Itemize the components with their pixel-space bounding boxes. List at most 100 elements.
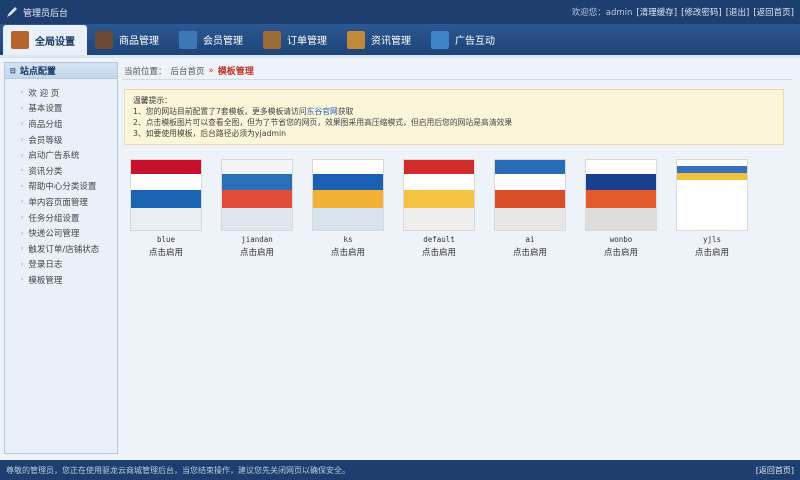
- sidebar-item-label: 模板管理: [28, 275, 63, 286]
- sidebar-item-order-status[interactable]: › 触发订单/店铺状态: [21, 241, 117, 257]
- nav-orders[interactable]: 订单管理: [255, 24, 339, 55]
- nav-label: 资讯管理: [371, 36, 411, 47]
- order-icon: [263, 30, 281, 49]
- arrow-right-icon: ›: [21, 245, 24, 253]
- template-thumbnail[interactable]: [403, 159, 475, 231]
- box-icon: [95, 30, 113, 49]
- sidebar-list: › 欢 迎 页 › 基本设置 › 商品分组 › 会员等级 › 启动广告系统 › 资讯分类 ›…: [5, 79, 117, 288]
- arrow-right-icon: ›: [21, 136, 24, 144]
- template-card-jiandan[interactable]: jiandan 点击启用: [221, 159, 293, 258]
- arrow-right-icon: ›: [21, 229, 24, 237]
- template-thumbnail[interactable]: [676, 159, 748, 231]
- template-thumbnail[interactable]: [585, 159, 657, 231]
- user-card-icon: [179, 30, 197, 49]
- nav-label: 订单管理: [287, 36, 327, 47]
- sidebar-item-express[interactable]: › 快递公司管理: [21, 225, 117, 241]
- notice-text: 获取: [337, 107, 354, 116]
- thumbnail-band: [131, 174, 201, 190]
- template-name: wonbo: [609, 235, 633, 244]
- template-name: ks: [343, 235, 353, 244]
- thumbnail-band: [131, 190, 201, 208]
- thumbnail-band: [677, 165, 747, 173]
- nav-goods[interactable]: 商品管理: [87, 24, 171, 55]
- enable-template-button[interactable]: 点击启用: [494, 246, 566, 258]
- template-thumbnail[interactable]: [130, 159, 202, 231]
- enable-template-button[interactable]: 点击启用: [585, 246, 657, 258]
- breadcrumb-home[interactable]: 后台首页: [171, 65, 205, 77]
- sidebar: ⊟ 站点配置 › 欢 迎 页 › 基本设置 › 商品分组 › 会员等级 › 启动广告系统 …: [4, 62, 118, 454]
- template-card-wonbo[interactable]: wonbo 点击启用: [585, 159, 657, 258]
- template-card-default[interactable]: default 点击启用: [403, 159, 475, 258]
- nav-news[interactable]: 资讯管理: [339, 24, 423, 55]
- arrow-right-icon: ›: [21, 198, 24, 206]
- ad-icon: [431, 30, 449, 49]
- sidebar-item-single-page[interactable]: › 单内容页面管理: [21, 194, 117, 210]
- enable-template-button[interactable]: 点击启用: [403, 246, 475, 258]
- template-list: blue 点击启用 jiandan 点击启用 ks 点击启用 default 点击启用 ai 点击…: [130, 159, 792, 258]
- sidebar-item-login-log[interactable]: › 登录日志: [21, 257, 117, 273]
- template-thumbnail[interactable]: [221, 159, 293, 231]
- thumbnail-band: [222, 160, 292, 174]
- sidebar-item-task-group[interactable]: › 任务分组设置: [21, 210, 117, 226]
- thumbnail-band: [495, 160, 565, 174]
- top-links: 欢迎您：admin [清理缓存] [修改密码] [退出] [返回首页]: [572, 6, 794, 18]
- footer-home-link[interactable]: [返回首页]: [756, 465, 794, 476]
- home-link[interactable]: [返回首页]: [753, 6, 794, 18]
- thumbnail-band: [586, 190, 656, 208]
- sidebar-item-goods-group[interactable]: › 商品分组: [21, 116, 117, 132]
- sidebar-item-label: 任务分组设置: [28, 213, 80, 224]
- template-name: yjls: [702, 235, 722, 244]
- change-password-link[interactable]: [修改密码]: [681, 6, 722, 18]
- notice-line-3: 3、如要使用模板，后台路径必须为yjadmin: [133, 129, 287, 138]
- sidebar-item-welcome[interactable]: › 欢 迎 页: [21, 85, 117, 101]
- thumbnail-band: [131, 160, 201, 174]
- nav-global-settings[interactable]: 全局设置: [3, 25, 87, 55]
- enable-template-button[interactable]: 点击启用: [221, 246, 293, 258]
- sidebar-item-label: 欢 迎 页: [28, 88, 60, 99]
- thumbnail-band: [586, 174, 656, 190]
- main-nav: 全局设置 商品管理 会员管理 订单管理 资讯管理 广告互动: [0, 24, 800, 58]
- sidebar-item-member-level[interactable]: › 会员等级: [21, 132, 117, 148]
- thumbnail-band: [131, 208, 201, 230]
- clear-cache-link[interactable]: [清理缓存]: [636, 6, 677, 18]
- nav-ads[interactable]: 广告互动: [423, 24, 507, 55]
- template-card-ai[interactable]: ai 点击启用: [494, 159, 566, 258]
- breadcrumb-current: 模板管理: [217, 67, 254, 77]
- official-site-link[interactable]: 东谷官网: [307, 107, 338, 116]
- thumbnail-band: [677, 180, 747, 191]
- nav-label: 会员管理: [203, 36, 243, 47]
- arrow-right-icon: ›: [21, 214, 24, 222]
- thumbnail-band: [495, 208, 565, 230]
- sidebar-item-news-category[interactable]: › 资讯分类: [21, 163, 117, 179]
- sidebar-header[interactable]: ⊟ 站点配置: [5, 63, 117, 79]
- template-card-ks[interactable]: ks 点击启用: [312, 159, 384, 258]
- collapse-icon: ⊟: [10, 66, 16, 75]
- footer-text: 尊敬的管理员，您正在使用驱龙云商城管理后台，当您结束操作，建议您先关闭网页以确保…: [6, 465, 350, 475]
- template-thumbnail[interactable]: [312, 159, 384, 231]
- welcome-text: 欢迎您：admin: [571, 8, 633, 18]
- sidebar-item-help-category[interactable]: › 帮助中心分类设置: [21, 179, 117, 195]
- enable-template-button[interactable]: 点击启用: [312, 246, 384, 258]
- pen-icon: [7, 7, 17, 17]
- template-card-yjls[interactable]: yjls 点击启用: [676, 159, 748, 258]
- thumbnail-band: [222, 190, 292, 208]
- thumbnail-band: [313, 174, 383, 190]
- template-card-blue[interactable]: blue 点击启用: [130, 159, 202, 258]
- sidebar-item-label: 帮助中心分类设置: [28, 182, 97, 193]
- template-name: jiandan: [241, 235, 273, 244]
- breadcrumb-prefix: 当前位置：: [124, 66, 167, 77]
- app-title: 管理员后台: [23, 8, 69, 19]
- sidebar-item-basic-settings[interactable]: › 基本设置: [21, 101, 117, 117]
- nav-members[interactable]: 会员管理: [171, 24, 255, 55]
- template-thumbnail[interactable]: [494, 159, 566, 231]
- arrow-right-icon: ›: [21, 104, 24, 112]
- nav-label: 广告互动: [455, 36, 495, 47]
- arrow-right-icon: ›: [21, 167, 24, 175]
- nav-label: 全局设置: [35, 36, 75, 48]
- enable-template-button[interactable]: 点击启用: [676, 246, 748, 258]
- enable-template-button[interactable]: 点击启用: [130, 246, 202, 258]
- gear-house-icon: [11, 31, 29, 49]
- sidebar-item-template-manage[interactable]: › 模板管理: [21, 272, 117, 288]
- sidebar-item-ad-system[interactable]: › 启动广告系统: [21, 147, 117, 163]
- logout-link[interactable]: [退出]: [726, 6, 750, 18]
